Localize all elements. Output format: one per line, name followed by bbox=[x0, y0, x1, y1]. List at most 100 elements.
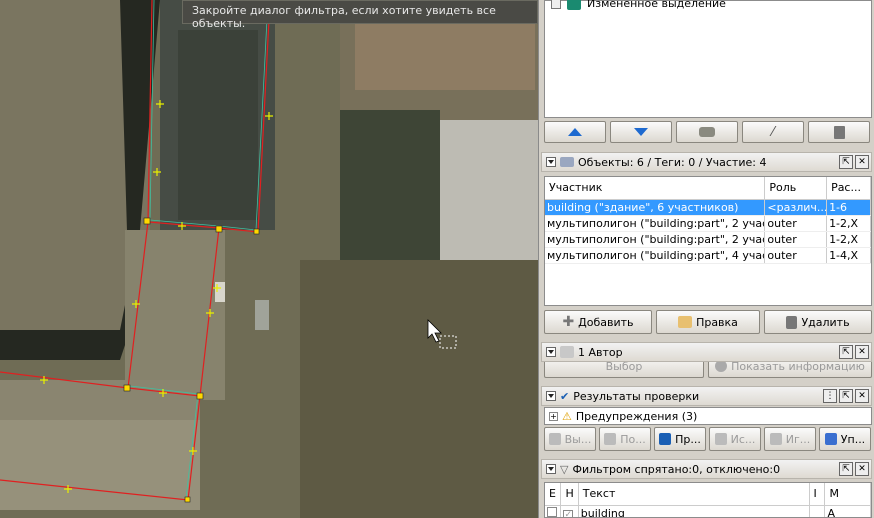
validation-button-label: Иг... bbox=[785, 432, 811, 446]
validation-button-label: Ис... bbox=[730, 432, 756, 446]
position-cell: 1-2,X bbox=[826, 215, 871, 232]
collapse-toggle-icon[interactable] bbox=[546, 157, 556, 167]
collapse-toggle-icon[interactable] bbox=[546, 464, 556, 474]
role-cell: outer bbox=[764, 231, 828, 248]
position-cell: 1-6 bbox=[826, 199, 871, 216]
role-cell: outer bbox=[764, 247, 828, 264]
author-info-label: Показать информацию bbox=[731, 362, 865, 373]
table-row[interactable]: мультиполигон ("building:part", 2 участн… bbox=[545, 215, 871, 232]
filter-icon: ▽ bbox=[560, 462, 569, 476]
detach-icon[interactable]: ⇱ bbox=[839, 155, 853, 169]
validation-button-label: Вы... bbox=[564, 432, 592, 446]
warning-icon: ⚠ bbox=[562, 409, 572, 423]
table-row[interactable]: мультиполигон ("building:part", 4 участн… bbox=[545, 247, 871, 264]
close-icon[interactable]: ✕ bbox=[855, 462, 869, 476]
validation-button[interactable]: Уп... bbox=[819, 427, 871, 451]
author-info-button[interactable]: Показать информацию bbox=[708, 362, 872, 378]
detach-icon[interactable]: ⇱ bbox=[839, 389, 853, 403]
filter-text-cell: building bbox=[578, 505, 810, 517]
validation-button-label: Уп... bbox=[840, 432, 866, 446]
table-row[interactable]: ✓ building A bbox=[545, 505, 871, 517]
filter-column-header[interactable]: M bbox=[824, 483, 871, 506]
member-column-header[interactable]: Участник bbox=[545, 177, 766, 200]
close-icon[interactable]: ✕ bbox=[855, 155, 869, 169]
collapse-toggle-icon[interactable] bbox=[546, 391, 556, 401]
close-icon[interactable]: ✕ bbox=[855, 345, 869, 359]
table-row[interactable]: building ("здание", 6 участников) <различ… bbox=[545, 199, 871, 216]
author-panel-title: 1 Автор bbox=[578, 345, 623, 359]
role-cell: outer bbox=[764, 215, 828, 232]
author-select-button[interactable]: Выбор bbox=[544, 362, 704, 378]
filter-tooltip: Закройте диалог фильтра, если хотите уви… bbox=[182, 0, 538, 30]
visibility-icon: ⁄ bbox=[771, 124, 775, 140]
validation-panel-header[interactable]: ✔ Результаты проверки ⋮ ⇱ ✕ bbox=[541, 386, 872, 406]
aerial-imagery bbox=[0, 0, 538, 518]
detach-icon[interactable]: ⇱ bbox=[839, 345, 853, 359]
relation-panel-title: Объекты: 6 / Теги: 0 / Участие: 4 bbox=[578, 155, 767, 169]
member-cell: мультиполигон ("building:part", 2 участн… bbox=[545, 215, 766, 232]
filter-table[interactable]: E H Текст I M ✓ building A bbox=[544, 482, 872, 518]
role-cell: <различ... bbox=[764, 199, 828, 216]
side-panel: Изменённое выделение ⁄ Объекты: 6 / Теги… bbox=[538, 0, 874, 518]
delete-layer-button[interactable] bbox=[808, 121, 870, 143]
validation-button[interactable]: Пр... bbox=[654, 427, 706, 451]
dots-icon[interactable]: ⋮ bbox=[823, 389, 837, 403]
up-arrow-icon bbox=[568, 128, 582, 136]
member-cell: мультиполигон ("building:part", 4 участн… bbox=[545, 247, 766, 264]
toggle-visibility-button[interactable]: ⁄ bbox=[742, 121, 804, 143]
map-view[interactable]: Закройте диалог фильтра, если хотите уви… bbox=[0, 0, 538, 518]
merge-icon bbox=[699, 127, 715, 137]
author-panel-header[interactable]: 1 Автор ⇱ ✕ bbox=[541, 342, 872, 362]
validation-button[interactable]: Иг... bbox=[764, 427, 816, 451]
validation-button[interactable]: Ис... bbox=[709, 427, 761, 451]
filter-panel-header[interactable]: ▽ Фильтром спрятано:0, отключено:0 ⇱ ✕ bbox=[541, 459, 872, 479]
inverted-cell[interactable] bbox=[809, 505, 826, 517]
table-row[interactable]: мультиполигон ("building:part", 2 участн… bbox=[545, 231, 871, 248]
close-icon[interactable]: ✕ bbox=[855, 389, 869, 403]
select-icon bbox=[548, 433, 561, 445]
info-icon bbox=[715, 362, 728, 372]
validation-tree[interactable]: + ⚠ Предупреждения (3) bbox=[544, 407, 872, 425]
add-label: Добавить bbox=[578, 315, 634, 329]
filter-column-header[interactable]: I bbox=[809, 483, 826, 506]
collapse-toggle-icon[interactable] bbox=[546, 347, 556, 357]
member-cell: мультиполигон ("building:part", 2 участн… bbox=[545, 231, 766, 248]
edit-member-button[interactable]: Правка bbox=[656, 310, 760, 334]
enable-checkbox[interactable] bbox=[545, 505, 562, 517]
delete-member-button[interactable]: Удалить bbox=[764, 310, 872, 334]
layer-icon bbox=[567, 0, 581, 10]
validation-button[interactable]: По... bbox=[599, 427, 651, 451]
validation-button-label: Пр... bbox=[675, 432, 701, 446]
layer-list[interactable]: Изменённое выделение bbox=[544, 0, 872, 118]
filter-column-header[interactable]: E bbox=[545, 483, 562, 506]
author-icon bbox=[560, 346, 574, 358]
plus-icon: ✚ bbox=[562, 314, 575, 330]
position-cell: 1-4,X bbox=[826, 247, 871, 264]
hide-checkbox[interactable]: ✓ bbox=[560, 505, 579, 517]
warnings-label: Предупреждения (3) bbox=[575, 409, 698, 423]
filter-column-header[interactable]: Текст bbox=[578, 483, 810, 506]
validation-button[interactable]: Вы... bbox=[544, 427, 596, 451]
edit-label: Правка bbox=[696, 315, 738, 329]
check-icon bbox=[659, 433, 672, 445]
detach-icon[interactable]: ⇱ bbox=[839, 462, 853, 476]
tag-icon bbox=[560, 157, 574, 167]
add-member-button[interactable]: ✚ Добавить bbox=[544, 310, 652, 334]
member-table[interactable]: Участник Роль Рас... building ("здание", 6… bbox=[544, 176, 872, 306]
filter-column-header[interactable]: H bbox=[560, 483, 579, 506]
relation-panel-header[interactable]: Объекты: 6 / Теги: 0 / Участие: 4 ⇱ ✕ bbox=[541, 152, 872, 172]
layer-item-label: Изменённое выделение bbox=[587, 0, 726, 10]
position-cell: 1-2,X bbox=[826, 231, 871, 248]
edit-icon bbox=[678, 316, 693, 328]
layer-checkbox[interactable] bbox=[551, 0, 561, 9]
merge-layer-button[interactable] bbox=[676, 121, 738, 143]
check-icon: ✔ bbox=[560, 389, 570, 403]
move-down-button[interactable] bbox=[610, 121, 672, 143]
ignore-icon bbox=[769, 433, 782, 445]
mode-cell: A bbox=[824, 505, 871, 517]
validation-panel-title: Результаты проверки bbox=[573, 389, 700, 403]
move-up-button[interactable] bbox=[544, 121, 606, 143]
expand-icon[interactable]: + bbox=[549, 411, 558, 421]
member-column-header[interactable]: Роль bbox=[764, 177, 828, 200]
member-column-header[interactable]: Рас... bbox=[826, 177, 871, 200]
